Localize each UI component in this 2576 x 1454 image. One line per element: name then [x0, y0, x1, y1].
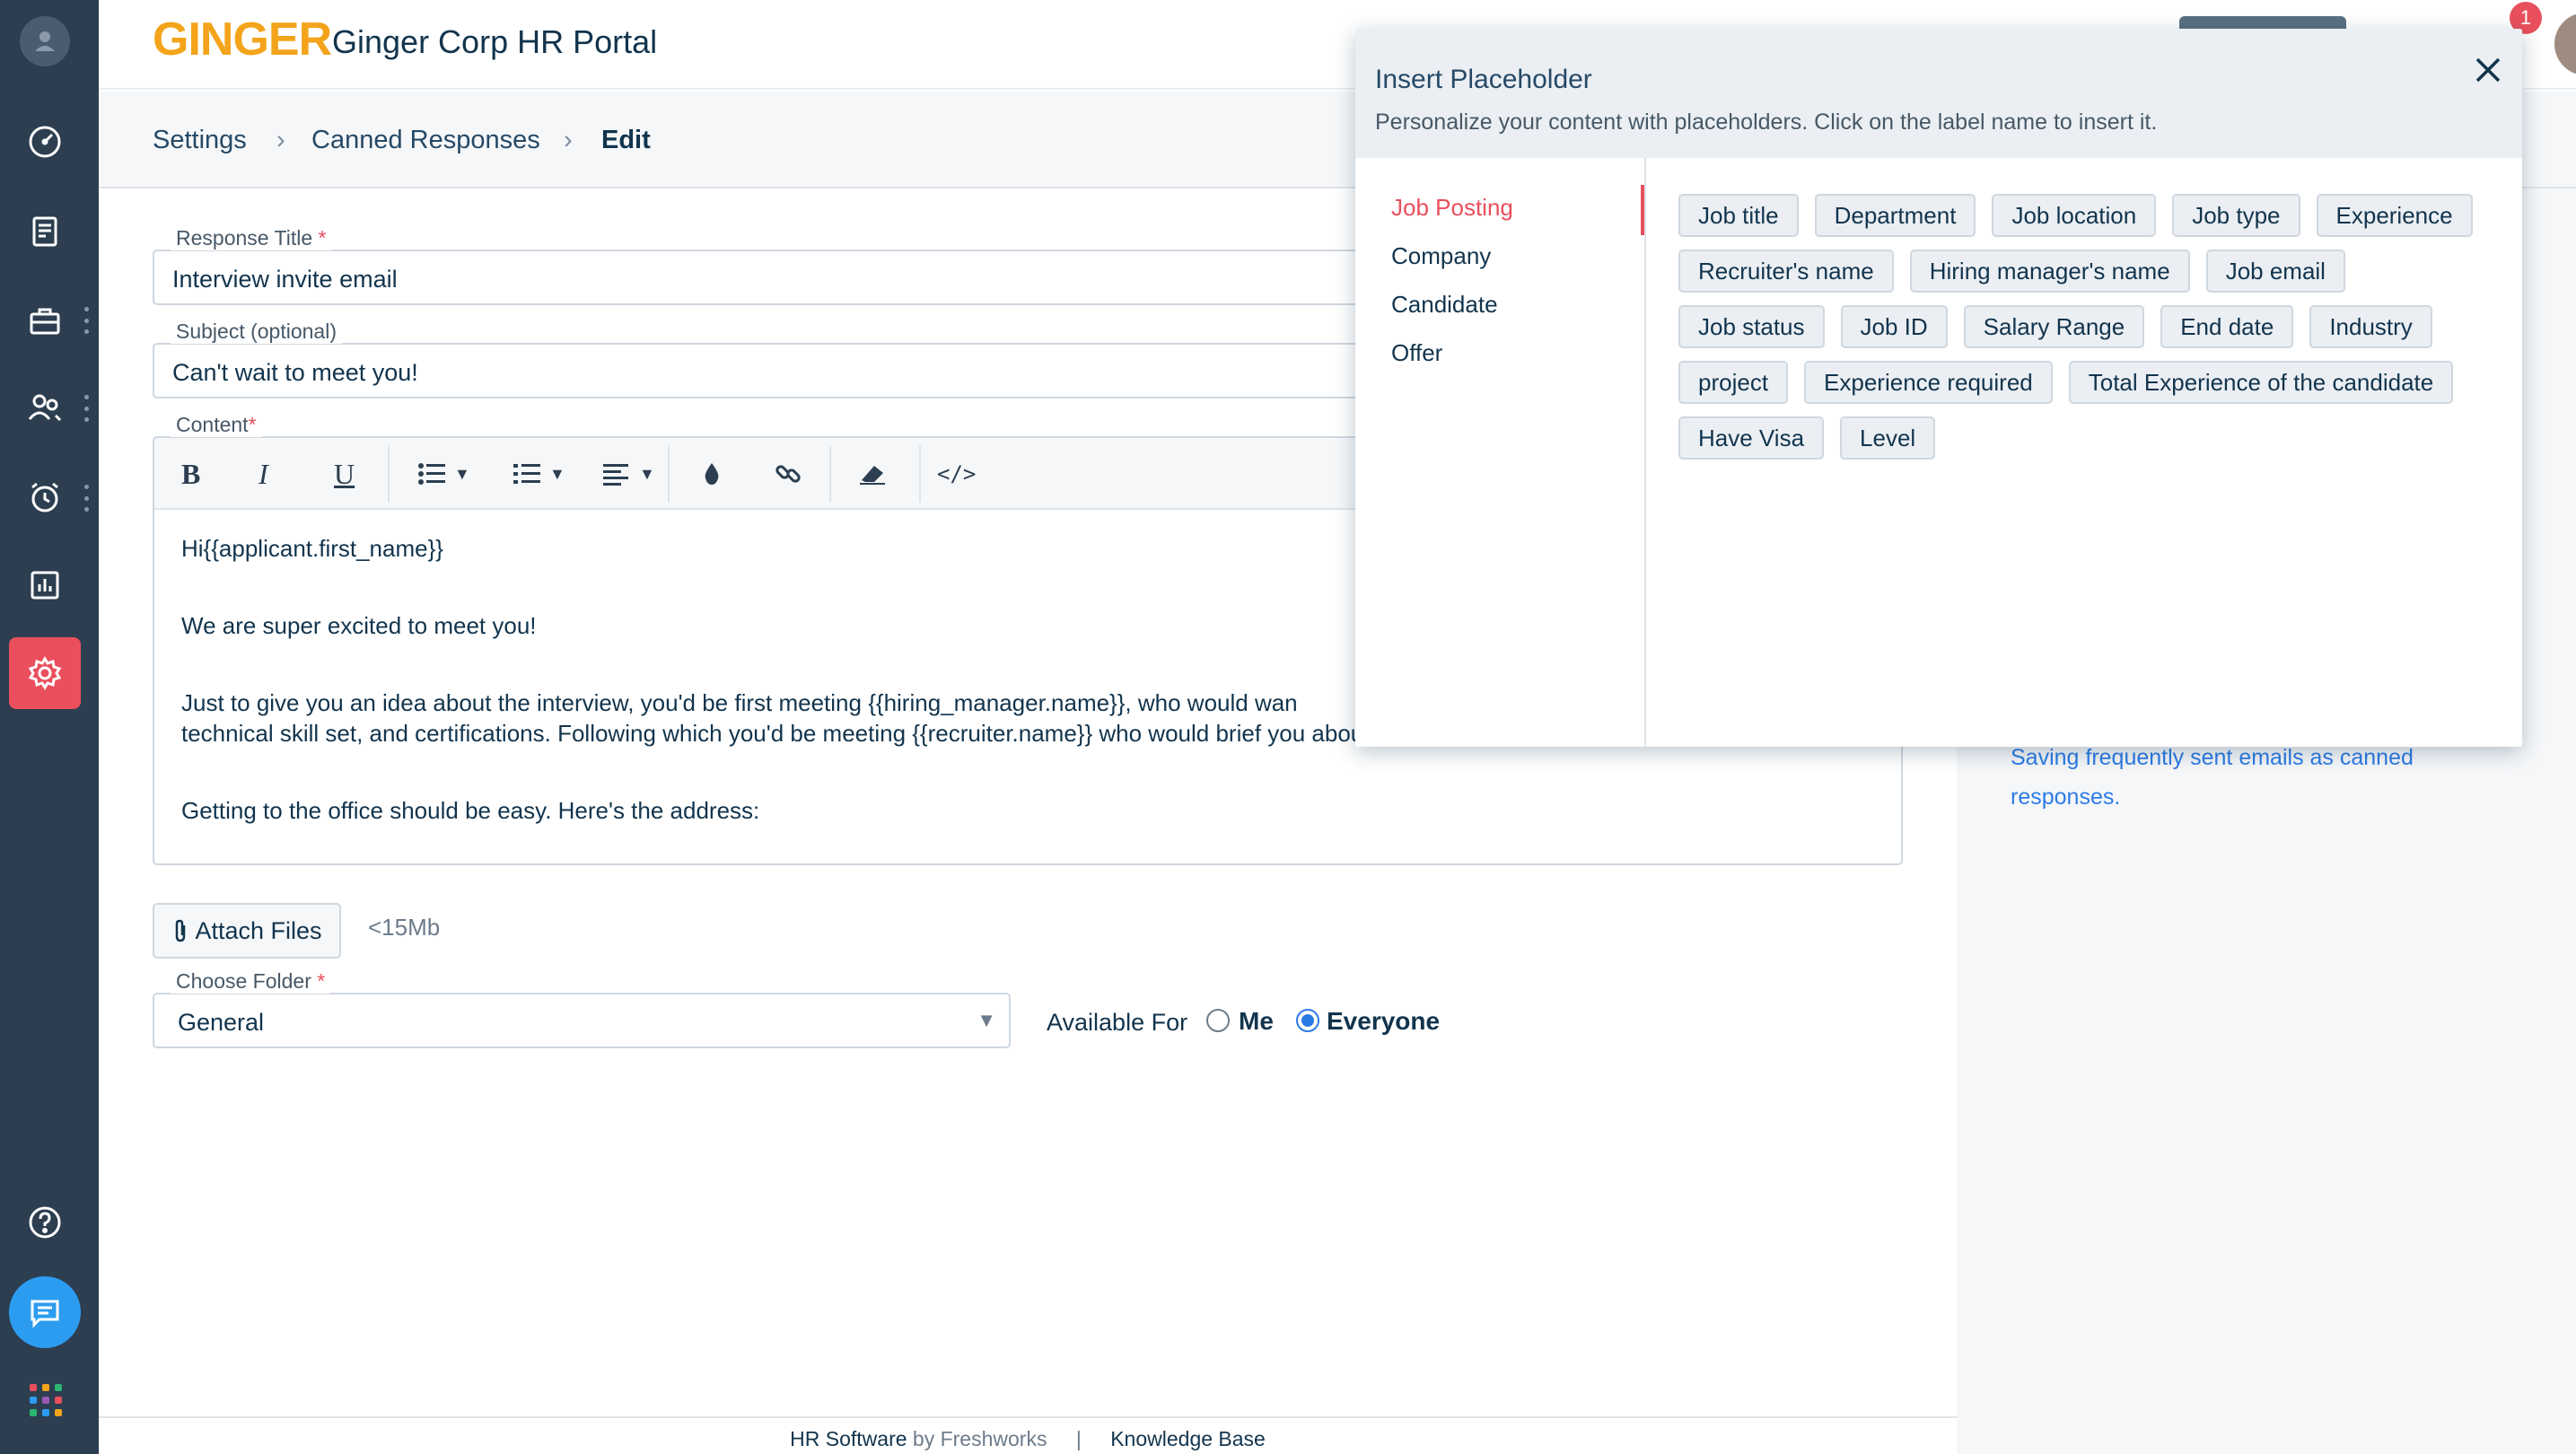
text-color-button[interactable]: [700, 454, 723, 494]
toolbar-divider: [829, 445, 831, 503]
bullet-list-icon: [418, 463, 445, 485]
subject-label: Subject (optional): [171, 320, 342, 344]
portal-title: Ginger Corp HR Portal: [332, 23, 658, 60]
modal-subtitle: Personalize your content with placeholde…: [1375, 109, 2158, 135]
placeholder-chip[interactable]: Salary Range: [1963, 305, 2145, 348]
available-for-label: Available For: [1047, 1009, 1188, 1036]
clear-format-button[interactable]: [858, 454, 887, 494]
attach-files-label: Attach Files: [195, 916, 322, 944]
content-label: Content*: [171, 413, 262, 437]
align-left-icon: [603, 464, 628, 486]
toolbar-divider: [388, 445, 390, 503]
modal-title: Insert Placeholder: [1375, 65, 1592, 94]
numbered-list-icon: [513, 464, 540, 484]
footer: HR Software by Freshworks | Knowledge Ba…: [99, 1416, 1957, 1454]
candidates-icon[interactable]: [9, 372, 81, 443]
alarm-clock-icon[interactable]: [9, 461, 81, 533]
eraser-icon: [860, 466, 885, 485]
ginger-logo: GINGER: [153, 13, 332, 66]
response-title-label: Response Title *: [171, 226, 332, 250]
placeholder-chip[interactable]: project: [1678, 361, 1789, 404]
breadcrumb-edit: Edit: [601, 126, 651, 154]
close-icon[interactable]: [2470, 52, 2506, 88]
placeholder-chip[interactable]: Job email: [2205, 250, 2345, 293]
placeholder-chip[interactable]: Job title: [1678, 194, 1799, 237]
footer-by: by Freshworks: [912, 1427, 1047, 1450]
breadcrumb-settings[interactable]: Settings: [153, 126, 247, 155]
category-offer[interactable]: Offer: [1391, 339, 1442, 367]
apps-grid-icon[interactable]: [30, 1384, 62, 1416]
placeholder-chip[interactable]: Industry: [2309, 305, 2432, 348]
italic-button[interactable]: I: [258, 454, 268, 494]
placeholder-chip[interactable]: Job status: [1678, 305, 1825, 348]
chevron-right-icon: ›: [564, 126, 573, 154]
reports-icon[interactable]: [9, 549, 81, 621]
code-view-button[interactable]: </>: [937, 454, 976, 494]
insert-placeholder-modal: Insert Placeholder Personalize your cont…: [1355, 29, 2522, 747]
toolbar-divider: [668, 445, 670, 503]
radio-me-label[interactable]: Me: [1239, 1007, 1274, 1036]
footer-knowledge-base-link[interactable]: Knowledge Base: [1110, 1427, 1266, 1450]
content-line: Getting to the office should be easy. He…: [181, 797, 760, 824]
footer-product-link[interactable]: HR Software: [790, 1427, 907, 1450]
chevron-right-icon: ›: [276, 126, 285, 154]
dropdown-caret-icon: ▼: [977, 1009, 996, 1031]
attach-size-limit: <15Mb: [368, 914, 441, 941]
chat-icon[interactable]: [9, 1276, 81, 1348]
placeholder-chip[interactable]: Have Visa: [1678, 416, 1825, 460]
radio-everyone-label[interactable]: Everyone: [1327, 1007, 1440, 1036]
align-button[interactable]: ▼: [603, 454, 655, 494]
placeholder-chip[interactable]: Experience required: [1804, 361, 2053, 404]
attach-files-button[interactable]: Attach Files: [153, 903, 341, 959]
help-icon[interactable]: [9, 1187, 81, 1258]
breadcrumb-canned-responses[interactable]: Canned Responses: [311, 126, 540, 155]
category-company[interactable]: Company: [1391, 242, 1491, 270]
category-candidate[interactable]: Candidate: [1391, 291, 1498, 319]
candidates-more-icon[interactable]: [83, 395, 90, 422]
footer-separator: |: [1075, 1427, 1082, 1450]
canned-responses-tip-link[interactable]: Saving frequently sent emails as canned …: [2011, 738, 2513, 817]
numbered-list-button[interactable]: ▼: [513, 454, 565, 494]
placeholder-chip[interactable]: Level: [1840, 416, 1936, 460]
toolbar-divider: [919, 445, 921, 503]
profile-icon[interactable]: [20, 16, 70, 66]
folder-value: General: [178, 1009, 265, 1036]
placeholder-chip[interactable]: Hiring manager's name: [1909, 250, 2190, 293]
active-category-indicator: [1641, 185, 1644, 235]
placeholder-chip[interactable]: Job ID: [1840, 305, 1948, 348]
folder-label: Choose Folder *: [171, 969, 331, 994]
settings-gear-icon[interactable]: [9, 637, 81, 709]
sidebar: [0, 0, 99, 1454]
placeholder-chip[interactable]: Job type: [2172, 194, 2300, 237]
dashboard-icon[interactable]: [9, 106, 81, 178]
placeholder-chip[interactable]: Experience: [2316, 194, 2473, 237]
placeholder-category-list: Job Posting Company Candidate Offer: [1355, 158, 1646, 747]
placeholder-chip[interactable]: Job location: [1992, 194, 2157, 237]
category-job-posting[interactable]: Job Posting: [1391, 194, 1513, 222]
interviews-more-icon[interactable]: [83, 485, 90, 512]
placeholder-chip[interactable]: Recruiter's name: [1678, 250, 1894, 293]
placeholder-chip[interactable]: Total Experience of the candidate: [2068, 361, 2454, 404]
placeholder-chip-list: Job title Department Job location Job ty…: [1678, 194, 2504, 472]
user-avatar[interactable]: [2554, 13, 2576, 75]
insert-link-button[interactable]: [774, 454, 802, 494]
documents-icon[interactable]: [9, 196, 81, 267]
radio-me[interactable]: [1206, 1009, 1230, 1032]
link-icon: [775, 465, 801, 483]
placeholder-chip[interactable]: End date: [2160, 305, 2294, 348]
person-icon: [35, 31, 55, 51]
paperclip-icon: [176, 919, 186, 942]
bold-button[interactable]: B: [181, 454, 200, 494]
color-drop-icon: [705, 463, 719, 485]
placeholder-chip[interactable]: Department: [1814, 194, 1976, 237]
folder-select[interactable]: General ▼: [153, 993, 1011, 1048]
jobs-briefcase-icon[interactable]: [9, 285, 81, 357]
modal-header: Insert Placeholder Personalize your cont…: [1355, 29, 2522, 158]
bullet-list-button[interactable]: ▼: [418, 454, 470, 494]
radio-everyone[interactable]: [1296, 1009, 1319, 1032]
jobs-more-icon[interactable]: [83, 307, 90, 334]
underline-button[interactable]: U: [334, 454, 355, 494]
